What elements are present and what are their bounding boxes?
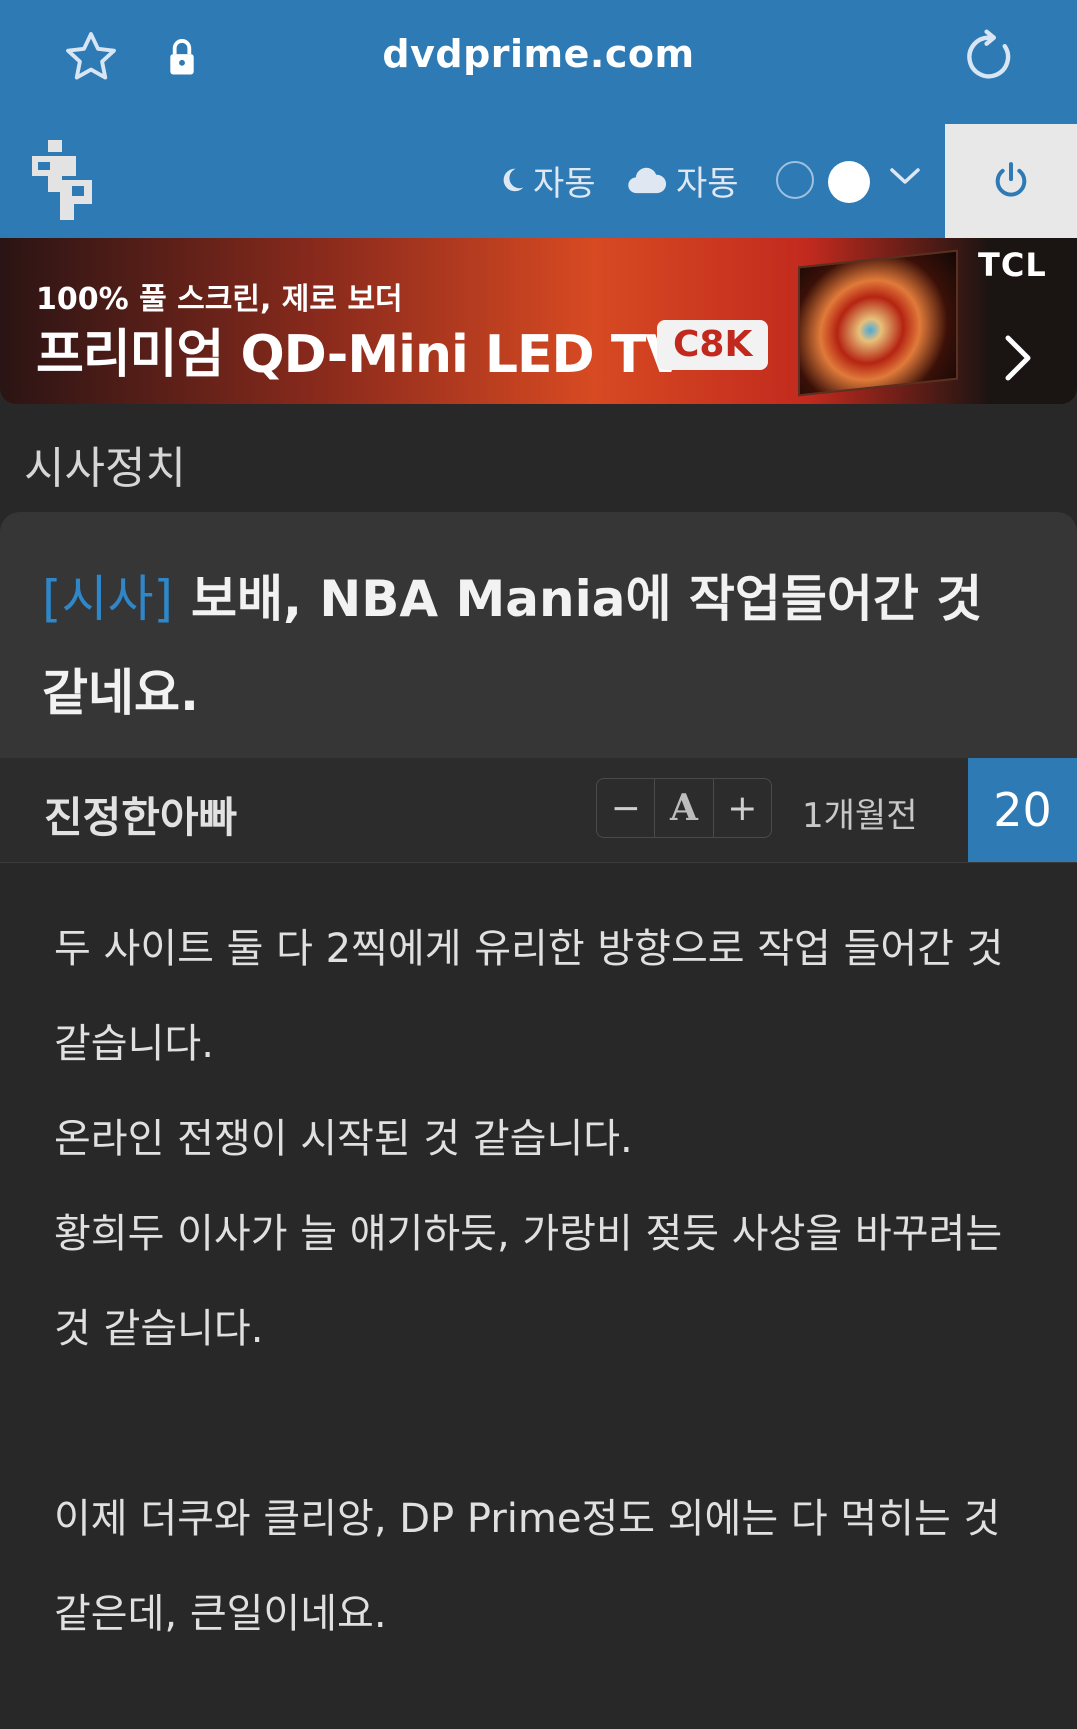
view-count: 20: [968, 758, 1077, 862]
chevron-right-icon[interactable]: [1000, 330, 1036, 386]
moon-icon: [503, 168, 524, 192]
cloud-icon: [628, 167, 667, 194]
weather-label: 자동: [676, 163, 739, 204]
toggle-off-dot[interactable]: [776, 161, 814, 199]
ad-badge: C8K: [657, 320, 769, 370]
post-title-box: [시사] 보배, NBA Mania에 작업들어간 것 같네요.: [0, 512, 1077, 758]
post-category: [시사]: [42, 570, 174, 628]
font-increase-button[interactable]: +: [712, 779, 771, 837]
toggle-on-dot[interactable]: [828, 161, 870, 203]
post-time: 1개월전: [802, 796, 918, 836]
theme-label: 자동: [533, 163, 596, 204]
post-title-text: 보배, NBA Mania에 작업들어간 것 같네요.: [42, 570, 983, 722]
ad-brand: TCL: [978, 246, 1047, 284]
content-paragraph: 온라인 전쟁이 시작된 것 같습니다.: [54, 1116, 633, 1162]
content-paragraph: 두 사이트 둘 다 2찍에게 유리한 방향으로 작업 들어간 것 같습니다.: [54, 926, 1004, 1067]
font-decrease-button[interactable]: −: [597, 779, 654, 837]
post-meta: 진정한아빠 − A + 1개월전 20: [0, 758, 1077, 863]
chevron-down-icon[interactable]: [888, 164, 922, 188]
site-logo[interactable]: [32, 140, 92, 220]
content-paragraph: 이제 더쿠와 클리앙, DP Prime정도 외에는 다 먹히는 것 같은데, …: [54, 1496, 1001, 1637]
post-content: 두 사이트 둘 다 2찍에게 유리한 방향으로 작업 들어간 것 같습니다. 온…: [54, 902, 1034, 1662]
reload-icon[interactable]: [960, 28, 1018, 86]
ad-line2: 프리미엄 QD-Mini LED TV: [36, 325, 686, 385]
ad-tv-image: [798, 249, 958, 397]
site-header: 자동 자동: [0, 120, 1077, 238]
font-size-control: − A +: [596, 778, 772, 838]
board-title[interactable]: 시사정치: [24, 432, 186, 496]
browser-address-bar: dvdprime.com: [0, 0, 1077, 120]
font-reset-button[interactable]: A: [654, 779, 712, 837]
url-text[interactable]: dvdprime.com: [0, 32, 1077, 76]
ad-banner[interactable]: 100% 풀 스크린, 제로 보더 프리미엄 QD-Mini LED TV C8…: [0, 238, 1077, 404]
content-paragraph: 황희두 이사가 늘 얘기하듯, 가랑비 젖듯 사상을 바꾸려는 것 같습니다.: [54, 1211, 1003, 1352]
content-blank-line: [54, 1377, 1034, 1472]
author-name[interactable]: 진정한아빠: [44, 784, 237, 845]
post-title: [시사] 보배, NBA Mania에 작업들어간 것 같네요.: [42, 552, 1042, 740]
power-icon: [995, 162, 1027, 197]
dark-mode-toggle[interactable]: 자동: [497, 158, 596, 204]
power-button[interactable]: [945, 124, 1077, 238]
weather-toggle[interactable]: 자동: [626, 158, 739, 204]
